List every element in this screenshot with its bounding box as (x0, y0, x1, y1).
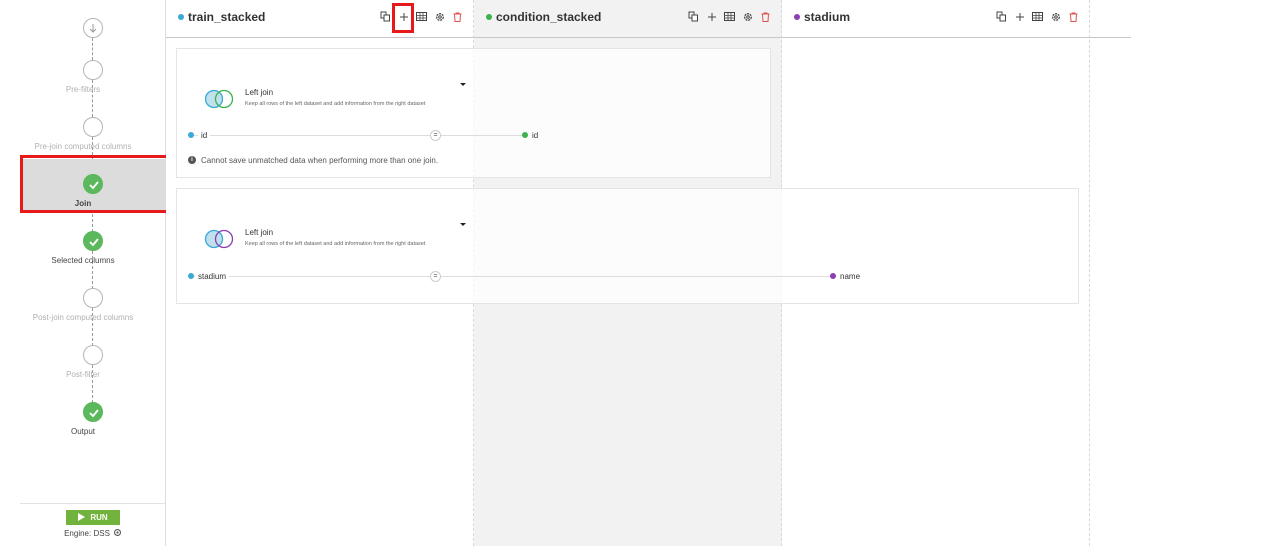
dataset-header-train-stacked: train_stacked (166, 0, 474, 36)
join-card[interactable]: Left join Keep all rows of the left data… (176, 188, 1079, 304)
engine-label: Engine: DSS (64, 529, 110, 538)
join-type-label[interactable]: Left join (245, 88, 273, 97)
step-post-filter-icon[interactable] (83, 345, 103, 365)
join-type-dropdown-caret[interactable] (460, 83, 466, 86)
step-pre-filters-label[interactable]: Pre-filters (0, 85, 166, 94)
step-output-check-icon[interactable] (83, 402, 103, 422)
engine-selector[interactable]: Engine: DSS (20, 528, 166, 539)
dataset-name[interactable]: condition_stacked (496, 10, 601, 24)
delete-icon[interactable] (452, 11, 463, 22)
dataset-color-dot (794, 14, 800, 20)
join-operator-button[interactable]: = (430, 271, 441, 282)
right-key-label[interactable]: id (532, 131, 538, 140)
join-condition-line (191, 135, 525, 136)
join-condition-line (191, 276, 833, 277)
run-button[interactable]: RUN (66, 510, 120, 525)
add-icon[interactable] (1014, 11, 1025, 22)
join-type-dropdown-caret[interactable] (460, 223, 466, 226)
settings-icon[interactable] (742, 11, 753, 22)
add-icon[interactable] (398, 11, 409, 22)
add-icon[interactable] (706, 11, 717, 22)
run-label: RUN (90, 513, 108, 522)
engine-settings-icon[interactable] (113, 528, 122, 539)
left-key-dot (188, 273, 194, 279)
step-post-join-computed-label[interactable]: Post-join computed columns (0, 313, 166, 322)
dataset-toolbar (380, 11, 463, 22)
step-join-check-icon[interactable] (83, 174, 103, 194)
settings-icon[interactable] (434, 11, 445, 22)
dataset-toolbar (688, 11, 771, 22)
datasets-icon[interactable] (380, 11, 391, 22)
step-join-label[interactable]: Join (0, 199, 166, 208)
join-recipe-editor: Pre-filters Pre-join computed columns Jo… (0, 0, 1267, 546)
left-join-venn-icon (204, 229, 234, 249)
dataset-color-dot (178, 14, 184, 20)
dataset-name[interactable]: stadium (804, 10, 850, 24)
header-divider (166, 37, 1131, 38)
datasets-icon[interactable] (688, 11, 699, 22)
dataset-title: condition_stacked (486, 10, 601, 24)
dataset-name[interactable]: train_stacked (188, 10, 265, 24)
table-icon[interactable] (724, 11, 735, 22)
right-key-dot (522, 132, 528, 138)
left-key-label[interactable]: id (198, 131, 211, 140)
play-icon (78, 512, 86, 523)
step-pre-join-computed-label[interactable]: Pre-join computed columns (0, 142, 166, 151)
dataset-title: train_stacked (178, 10, 265, 24)
delete-icon[interactable] (1068, 11, 1079, 22)
dataset-color-dot (486, 14, 492, 20)
datasets-icon[interactable] (996, 11, 1007, 22)
step-pre-join-computed-icon[interactable] (83, 117, 103, 137)
dataset-toolbar (996, 11, 1079, 22)
sidebar-footer: RUN Engine: DSS (20, 503, 166, 546)
dataset-header-condition-stacked: condition_stacked (474, 0, 782, 36)
dataset-title: stadium (794, 10, 850, 24)
step-post-join-computed-icon[interactable] (83, 288, 103, 308)
unmatched-data-warning: Cannot save unmatched data when performi… (201, 156, 439, 165)
table-icon[interactable] (416, 11, 427, 22)
right-key-dot (830, 273, 836, 279)
join-type-description: Keep all rows of the left dataset and ad… (245, 101, 426, 107)
join-operator-button[interactable]: = (430, 130, 441, 141)
step-selected-columns-check-icon[interactable] (83, 231, 103, 251)
join-type-label[interactable]: Left join (245, 228, 273, 237)
step-selected-columns-label[interactable]: Selected columns (0, 256, 166, 265)
step-connector (92, 38, 93, 60)
step-output-label[interactable]: Output (0, 427, 166, 436)
dataset-header-stadium: stadium (782, 0, 1090, 36)
info-icon: i (188, 156, 196, 164)
recipe-steps-sidebar: Pre-filters Pre-join computed columns Jo… (0, 0, 169, 546)
input-step-icon[interactable] (83, 18, 103, 38)
step-post-filter-label[interactable]: Post-filter (0, 370, 166, 379)
left-join-venn-icon (204, 89, 234, 109)
left-key-dot (188, 132, 194, 138)
join-card[interactable]: Left join Keep all rows of the left data… (176, 48, 771, 178)
join-type-description: Keep all rows of the left dataset and ad… (245, 241, 426, 247)
right-key-label[interactable]: name (840, 272, 860, 281)
left-key-label[interactable]: stadium (195, 272, 230, 281)
delete-icon[interactable] (760, 11, 771, 22)
step-pre-filters-icon[interactable] (83, 60, 103, 80)
table-icon[interactable] (1032, 11, 1043, 22)
settings-icon[interactable] (1050, 11, 1061, 22)
